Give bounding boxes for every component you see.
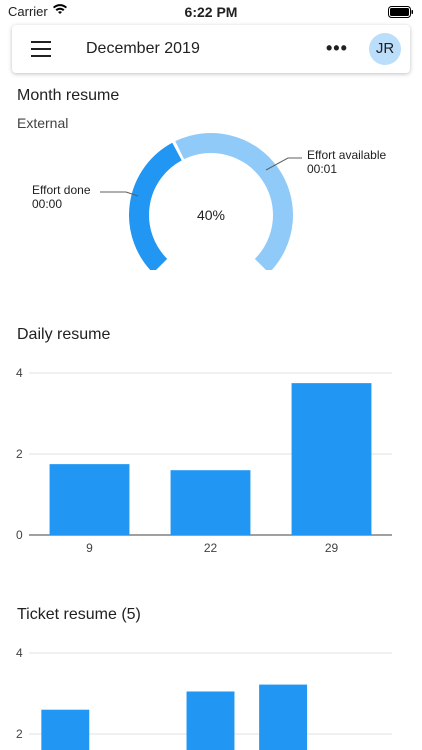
ticket-resume-chart: 24 [16, 646, 392, 750]
ticket-resume-title: Ticket resume (5) [17, 606, 141, 623]
effort-done-label: Effort done [32, 183, 91, 197]
more-options-icon[interactable]: ••• [326, 39, 347, 59]
y-tick-label: 0 [16, 528, 23, 542]
effort-available-value: 00:01 [307, 162, 337, 176]
status-bar: Carrier 6:22 PM [0, 0, 422, 24]
battery-icon [388, 5, 414, 21]
gauge-percent-label: 40% [197, 207, 225, 223]
y-tick-label: 4 [16, 366, 23, 380]
x-tick-label: 29 [325, 541, 339, 555]
page-title[interactable]: December 2019 [86, 40, 200, 58]
hamburger-menu-icon[interactable] [31, 41, 51, 57]
app-bar: December 2019 ••• JR [12, 25, 410, 73]
effort-available-label: Effort available [307, 148, 386, 162]
bar[interactable] [170, 470, 251, 535]
avatar[interactable]: JR [369, 33, 401, 65]
bar[interactable] [186, 691, 235, 750]
daily-resume-chart: 0 2 4 9 22 29 [16, 366, 392, 555]
y-tick-label: 2 [16, 727, 23, 741]
month-resume-title: Month resume [17, 87, 120, 104]
bar[interactable] [291, 383, 372, 536]
gauge-done-arc [129, 142, 183, 270]
daily-resume-title: Daily resume [17, 326, 111, 343]
month-resume-subtitle: External [17, 115, 69, 131]
y-tick-label: 2 [16, 447, 23, 461]
x-tick-label: 9 [86, 541, 93, 555]
effort-done-value: 00:00 [32, 197, 62, 211]
gauge-available-arc [175, 133, 293, 270]
bar[interactable] [259, 684, 308, 750]
x-tick-label: 22 [204, 541, 218, 555]
month-gauge-chart: 40% Effort done 00:00 Effort available 0… [32, 133, 386, 270]
y-tick-label: 4 [16, 646, 23, 660]
clock-label: 6:22 PM [184, 4, 238, 20]
bar[interactable] [49, 464, 130, 536]
bar[interactable] [41, 709, 90, 750]
